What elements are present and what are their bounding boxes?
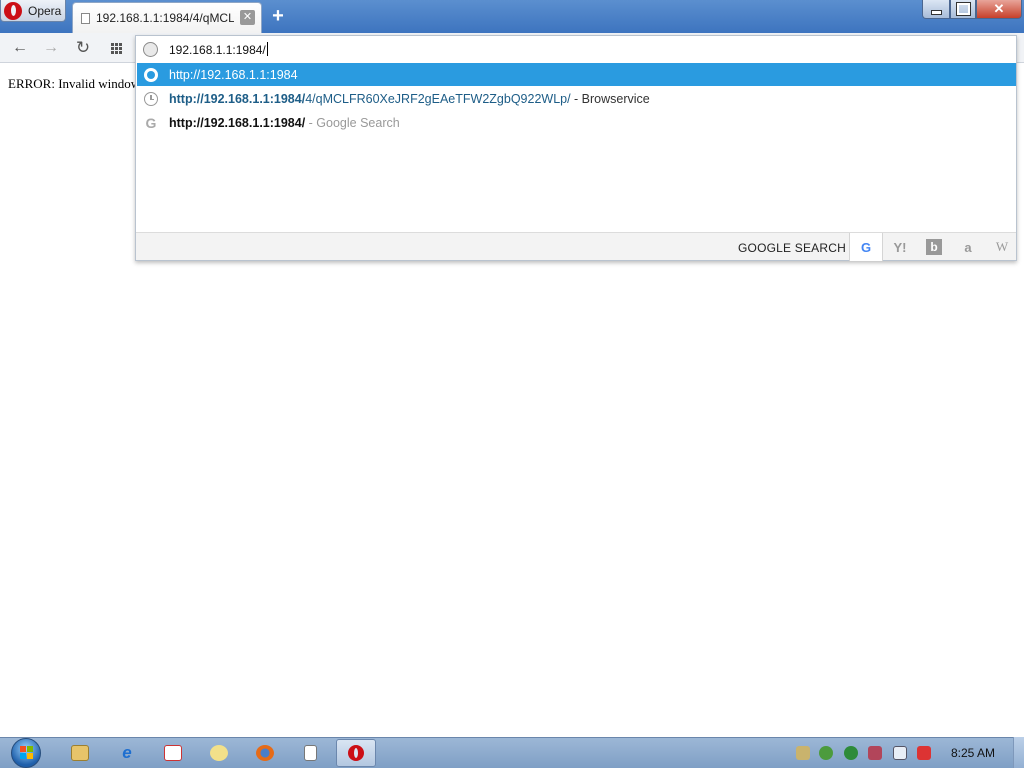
google-engine-icon[interactable]: G xyxy=(849,233,883,261)
back-button[interactable]: ← xyxy=(8,37,32,59)
site-info-icon[interactable] xyxy=(143,41,158,57)
app-icon xyxy=(164,745,182,761)
tray-network-icon[interactable] xyxy=(893,746,907,760)
text-caret xyxy=(266,41,268,56)
address-input[interactable]: 192.168.1.1:1984/ xyxy=(169,41,268,57)
taskbar-opera-button[interactable] xyxy=(336,739,376,767)
address-input-text: 192.168.1.1:1984/ xyxy=(169,42,266,57)
forward-button[interactable]: → xyxy=(39,37,63,59)
page-icon xyxy=(81,12,90,24)
search-engine-bar: GOOGLE SEARCH G Y! b a W xyxy=(136,232,1019,261)
grid-icon xyxy=(110,42,122,54)
tray-security-icon[interactable] xyxy=(819,746,833,760)
taskbar-firefox-button[interactable] xyxy=(245,739,285,767)
suggestion-item-history[interactable]: http://192.168.1.1:1984/4/qMCLFR60XeJRF2… xyxy=(137,87,1016,110)
bing-glyph: b xyxy=(926,239,942,255)
start-button[interactable] xyxy=(6,737,46,768)
opera-logo-icon xyxy=(4,1,22,20)
app-icon xyxy=(210,745,228,761)
suggestion-search-engine: - Google Search xyxy=(305,115,400,130)
taskbar-app-button[interactable] xyxy=(153,739,193,767)
close-icon: ✕ xyxy=(993,1,1005,16)
notepad-icon xyxy=(303,745,317,761)
speed-dial-button[interactable] xyxy=(104,37,128,59)
taskbar-explorer-button[interactable] xyxy=(60,739,100,767)
opera-icon xyxy=(348,745,364,761)
windows-logo-icon xyxy=(11,737,41,768)
tab-active[interactable]: 192.168.1.1:1984/4/qMCLFR60XeJRF2gEAeTFW… xyxy=(72,2,262,33)
address-bar-dropdown: 192.168.1.1:1984/ http://192.168.1.1:198… xyxy=(135,35,1017,261)
google-g-icon: G xyxy=(145,114,157,131)
suggestion-item-selected[interactable]: http://192.168.1.1:1984 xyxy=(137,63,1016,86)
suggestion-search-query: http://192.168.1.1:1984/ xyxy=(169,115,306,130)
show-desktop-button[interactable] xyxy=(1013,737,1024,768)
opera-menu-label: Opera xyxy=(28,3,62,18)
page-error-text: ERROR: Invalid window xyxy=(8,76,141,91)
close-window-button[interactable]: ✕ xyxy=(976,0,1022,19)
address-bar[interactable]: 192.168.1.1:1984/ xyxy=(136,36,1016,62)
opera-menu-button[interactable]: Opera xyxy=(0,0,66,22)
suggestion-url: http://192.168.1.1:1984 xyxy=(169,67,298,82)
taskbar-ie-button[interactable]: e xyxy=(107,739,147,767)
tray-icon[interactable] xyxy=(796,746,810,760)
tray-volume-muted-icon[interactable] xyxy=(917,746,931,760)
reload-button[interactable]: ↻ xyxy=(71,37,95,59)
tab-close-button[interactable]: ✕ xyxy=(240,10,255,25)
suggestion-page-title: - Browservice xyxy=(570,91,650,106)
suggestion-url-host: http://192.168.1.1:1984/ xyxy=(169,91,306,106)
tray-play-icon[interactable] xyxy=(844,746,858,760)
globe-icon xyxy=(144,67,158,82)
search-engine-label: GOOGLE SEARCH xyxy=(738,241,846,255)
tray-app-icon[interactable] xyxy=(868,746,882,760)
taskbar-app-button[interactable] xyxy=(199,739,239,767)
amazon-engine-icon[interactable]: a xyxy=(951,233,985,261)
minimize-button[interactable] xyxy=(922,0,950,19)
suggestion-url-path: 4/qMCLFR60XeJRF2gEAeTFW2ZgbQ922WLp/ xyxy=(305,91,571,106)
internet-explorer-icon: e xyxy=(122,743,132,762)
firefox-icon xyxy=(256,745,274,761)
taskbar-notepad-button[interactable] xyxy=(290,739,330,767)
maximize-button[interactable] xyxy=(950,0,976,19)
tab-title: 192.168.1.1:1984/4/qMCLFR60XeJRF2gEAeTFW… xyxy=(96,11,234,25)
taskbar-clock[interactable]: 8:25 AM xyxy=(951,746,995,760)
wikipedia-engine-icon[interactable]: W xyxy=(985,233,1019,261)
folder-icon xyxy=(71,745,89,761)
yahoo-engine-icon[interactable]: Y! xyxy=(883,233,917,261)
new-tab-button[interactable]: + xyxy=(268,6,288,26)
bing-engine-icon[interactable]: b xyxy=(917,233,951,261)
history-clock-icon xyxy=(144,91,158,106)
suggestion-item-search[interactable]: G http://192.168.1.1:1984/ - Google Sear… xyxy=(137,111,1016,134)
